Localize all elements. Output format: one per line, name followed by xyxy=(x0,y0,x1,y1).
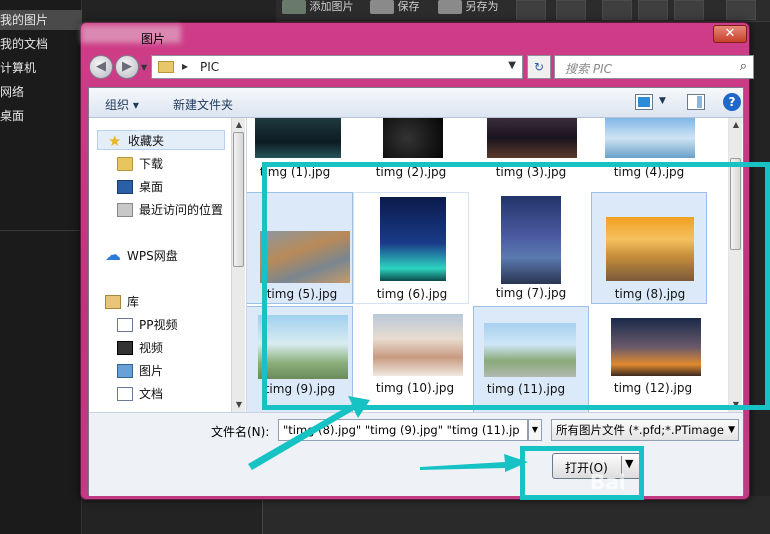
bg-toolbar: 添加图片 保存 另存为 xyxy=(276,0,770,22)
filetype-value: 所有图片文件 (*.pfd;*.PTimage xyxy=(556,423,724,437)
history-dropdown-icon[interactable]: ▼ xyxy=(141,63,149,72)
search-input[interactable]: 搜索 PIC ⌕ xyxy=(554,55,754,79)
recent-places-icon xyxy=(117,203,133,217)
filename-dropdown-icon[interactable]: ▼ xyxy=(528,419,542,441)
forward-button[interactable]: ▶ xyxy=(115,55,139,79)
preview-pane-icon[interactable] xyxy=(687,94,705,110)
save-label: 保存 xyxy=(397,0,420,13)
address-bar[interactable]: ▸ PIC ▼ xyxy=(151,55,523,79)
filename-label: 文件名(N): xyxy=(211,425,270,439)
file-thumbnail xyxy=(255,118,341,158)
nav-favorites[interactable]: ★ 收藏夹 xyxy=(97,130,225,150)
bg-sidebar-item[interactable]: 我的文档 xyxy=(0,34,82,54)
save-button[interactable]: 保存 xyxy=(370,0,420,22)
dialog-footer: 文件名(N): "timg (8).jpg" "timg (9).jpg" "t… xyxy=(89,412,743,496)
crop-icon[interactable] xyxy=(674,0,704,20)
pp-video-icon xyxy=(117,318,133,332)
blurred-region xyxy=(81,25,181,43)
search-placeholder: 搜索 PIC xyxy=(565,62,612,76)
file-thumbnail xyxy=(487,118,577,158)
nav-recent-label: 最近访问的位置 xyxy=(139,203,224,217)
folder-icon xyxy=(158,61,174,73)
nav-wps-label: WPS网盘 xyxy=(127,249,178,263)
command-bar: 组织 ▾ 新建文件夹 ▼ ? xyxy=(89,88,743,118)
add-image-button[interactable]: 添加图片 xyxy=(282,0,354,22)
bg-divider xyxy=(0,230,82,231)
save-as-label: 另存为 xyxy=(465,0,499,13)
add-image-icon xyxy=(282,0,306,14)
navigation-pane: ★ 收藏夹 下载 桌面 最近访问的位置 ☁ WPS网盘 库 PP视频 视频 图片… xyxy=(89,118,247,412)
path-separator[interactable]: ▸ xyxy=(182,59,188,73)
print-icon[interactable] xyxy=(516,0,546,20)
save-icon xyxy=(370,0,394,14)
navigation-row: ◀ ▶ ▼ ▸ PIC ▼ ↻ 搜索 PIC ⌕ xyxy=(89,53,754,81)
view-dropdown-icon[interactable]: ▼ xyxy=(659,96,666,106)
filetype-select[interactable]: 所有图片文件 (*.pfd;*.PTimage ▼ xyxy=(551,419,739,441)
library-icon xyxy=(105,295,121,309)
close-button[interactable]: ✕ xyxy=(713,25,747,43)
selection-highlight-box xyxy=(262,162,770,410)
organize-menu[interactable]: 组织 ▾ xyxy=(105,96,139,113)
nav-library-label: 库 xyxy=(127,295,140,309)
save-as-icon xyxy=(438,0,462,14)
cut-icon[interactable] xyxy=(602,0,632,20)
address-path: PIC xyxy=(200,60,220,74)
bg-sidebar-item[interactable]: 桌面 xyxy=(0,106,82,126)
adjust-icon[interactable] xyxy=(726,0,756,20)
nav-pictures-label: 图片 xyxy=(139,364,164,378)
back-button[interactable]: ◀ xyxy=(89,55,113,79)
filetype-dropdown-icon: ▼ xyxy=(728,425,735,435)
bg-status-area xyxy=(262,496,770,534)
nav-favorites-label: 收藏夹 xyxy=(128,134,165,148)
bg-sidebar-item[interactable]: 网络 xyxy=(0,82,82,102)
nav-pp-video-label: PP视频 xyxy=(139,318,178,332)
scroll-down-icon[interactable]: ▼ xyxy=(232,398,246,412)
star-icon: ★ xyxy=(108,132,122,150)
search-icon[interactable]: ⌕ xyxy=(740,59,747,74)
nav-downloads-label: 下载 xyxy=(139,157,164,171)
nav-scroll-thumb[interactable] xyxy=(233,132,244,267)
filename-input[interactable]: "timg (8).jpg" "timg (9).jpg" "timg (11)… xyxy=(278,419,528,441)
cloud-icon: ☁ xyxy=(105,245,121,264)
refresh-button[interactable]: ↻ xyxy=(527,55,551,79)
pictures-icon xyxy=(117,364,133,378)
new-folder-button[interactable]: 新建文件夹 xyxy=(173,96,233,113)
nav-documents-label: 文档 xyxy=(139,387,164,401)
video-icon xyxy=(117,341,133,355)
downloads-folder-icon xyxy=(117,157,133,171)
documents-icon xyxy=(117,387,133,401)
bg-sidebar: 我的图片 我的文档 计算机 网络 桌面 xyxy=(0,0,82,534)
bg-sidebar-item[interactable]: 我的图片 xyxy=(0,10,82,30)
help-icon[interactable]: ? xyxy=(723,93,741,111)
scroll-up-icon[interactable]: ▲ xyxy=(232,118,246,132)
watermark-text: Bai xyxy=(590,470,626,494)
scroll-up-icon[interactable]: ▲ xyxy=(729,118,743,132)
dialog-title: 图片 xyxy=(141,32,166,46)
file-thumbnail xyxy=(383,118,443,158)
file-thumbnail xyxy=(605,118,695,158)
desktop-icon xyxy=(117,180,133,194)
address-dropdown-icon[interactable]: ▼ xyxy=(508,60,516,71)
nav-video-label: 视频 xyxy=(139,341,164,355)
nav-scrollbar[interactable]: ▲ ▼ xyxy=(231,118,245,412)
save-as-button[interactable]: 另存为 xyxy=(438,0,499,22)
nav-desktop-label: 桌面 xyxy=(139,180,164,194)
mail-icon[interactable] xyxy=(556,0,586,20)
dialog-titlebar[interactable]: 图片 ✕ xyxy=(81,23,749,46)
add-image-label: 添加图片 xyxy=(309,0,354,13)
bg-sidebar-item[interactable]: 计算机 xyxy=(0,58,82,78)
export-icon[interactable] xyxy=(638,0,668,20)
view-options-icon[interactable] xyxy=(635,94,653,110)
